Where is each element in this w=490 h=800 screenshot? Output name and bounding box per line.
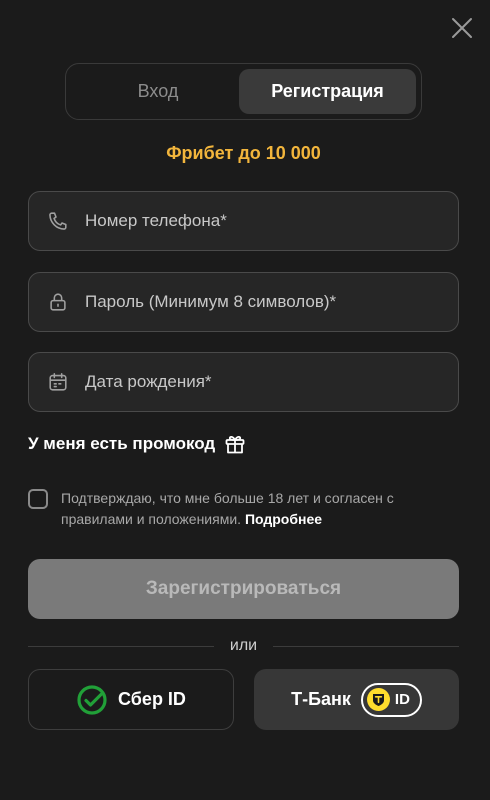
close-icon[interactable] <box>450 16 474 40</box>
promocode-toggle[interactable]: У меня есть промокод <box>28 432 247 456</box>
tbank-label: Т-Банк <box>291 689 351 709</box>
password-field[interactable] <box>28 272 459 332</box>
phone-icon <box>47 210 69 232</box>
or-divider: или <box>28 636 459 656</box>
sber-id-button[interactable]: Сбер ID <box>28 669 234 730</box>
gift-icon <box>223 432 247 456</box>
divider-line-right <box>273 645 459 647</box>
divider-line-left <box>28 645 214 647</box>
tab-register[interactable]: Регистрация <box>239 69 416 114</box>
birthdate-field[interactable] <box>28 352 459 412</box>
agreement-label: Подтверждаю, что мне больше 18 лет и сог… <box>61 490 394 527</box>
tbank-shield-icon <box>366 688 390 711</box>
divider-text: или <box>229 637 258 654</box>
calendar-icon <box>47 371 69 393</box>
agreement-checkbox[interactable] <box>28 489 48 509</box>
phone-field[interactable] <box>28 191 459 251</box>
age-agreement: Подтверждаю, что мне больше 18 лет и сог… <box>28 488 468 530</box>
birthdate-input[interactable] <box>85 372 445 392</box>
agreement-text: Подтверждаю, что мне больше 18 лет и сог… <box>61 488 468 530</box>
lock-icon <box>47 291 69 313</box>
password-input[interactable] <box>85 292 445 312</box>
freebet-promo-text: Фрибет до 10 000 <box>166 143 321 163</box>
tbank-id-button[interactable]: Т-Банк ID <box>254 669 459 730</box>
auth-tabs: Вход Регистрация <box>65 63 422 120</box>
sber-logo-icon <box>76 684 118 716</box>
tbank-id-badge: ID <box>360 682 422 717</box>
promocode-label: У меня есть промокод <box>28 434 216 453</box>
register-button[interactable]: Зарегистрироваться <box>28 559 459 619</box>
agreement-more-link[interactable]: Подробнее <box>245 511 322 527</box>
phone-input[interactable] <box>85 211 445 231</box>
tbank-id-text: ID <box>394 691 410 708</box>
tab-login[interactable]: Вход <box>72 69 244 114</box>
sber-id-label: Сбер ID <box>118 689 186 709</box>
